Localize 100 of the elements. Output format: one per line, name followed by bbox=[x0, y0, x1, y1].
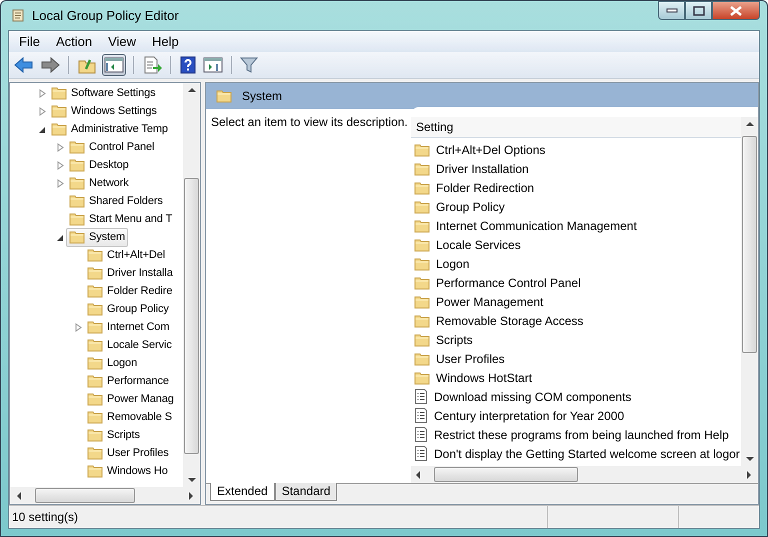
folder-icon bbox=[414, 200, 430, 214]
menu-item[interactable]: File bbox=[11, 34, 48, 49]
horizontal-scrollbar[interactable] bbox=[411, 466, 758, 483]
tree-item[interactable]: Administrative Temp bbox=[48, 120, 171, 138]
scroll-down-icon[interactable] bbox=[746, 457, 754, 462]
tree-item[interactable]: Locale Servic bbox=[84, 336, 175, 354]
expand-arrow-icon[interactable] bbox=[56, 160, 65, 170]
scroll-left-icon[interactable] bbox=[16, 492, 21, 500]
maximize-button[interactable] bbox=[685, 1, 712, 20]
expand-arrow-icon[interactable] bbox=[74, 322, 83, 332]
tree-item[interactable]: Power Manag bbox=[84, 390, 177, 408]
scroll-up-icon[interactable] bbox=[188, 87, 196, 92]
tree-item[interactable]: Desktop bbox=[66, 156, 132, 174]
tree-item[interactable]: Windows Ho bbox=[84, 462, 171, 480]
tree-item[interactable]: Driver Installa bbox=[84, 264, 176, 282]
list-item[interactable]: Folder Redirection bbox=[411, 178, 741, 197]
expand-arrow-icon[interactable] bbox=[38, 106, 47, 116]
list-item[interactable]: Restrict these programs from being launched from Help bbox=[411, 425, 741, 444]
minimize-button[interactable] bbox=[658, 1, 685, 20]
list-item[interactable]: Performance Control Panel bbox=[411, 273, 741, 292]
scroll-right-icon[interactable] bbox=[747, 470, 752, 478]
folder-icon bbox=[87, 356, 103, 370]
tree-item[interactable]: Folder Redire bbox=[84, 282, 176, 300]
folder-icon bbox=[87, 248, 103, 262]
horizontal-scrollbar[interactable] bbox=[10, 487, 200, 504]
tree-item[interactable]: Ctrl+Alt+Del bbox=[84, 246, 168, 264]
tree-item[interactable]: Logon bbox=[84, 354, 140, 372]
folder-icon bbox=[414, 162, 430, 176]
menu-item[interactable]: Help bbox=[144, 34, 187, 49]
back-arrow-icon[interactable] bbox=[14, 56, 34, 74]
tree-item[interactable]: Network bbox=[66, 174, 132, 192]
view-tab[interactable]: Standard bbox=[274, 483, 338, 501]
list-item[interactable]: Don't display the Getting Started welcome screen at logor bbox=[411, 444, 741, 463]
tree-item[interactable]: System bbox=[66, 228, 128, 246]
view-tab[interactable]: Extended bbox=[210, 483, 275, 501]
filter-icon[interactable] bbox=[240, 56, 258, 74]
collapse-arrow-icon[interactable] bbox=[56, 232, 65, 242]
list-item[interactable]: Group Policy bbox=[411, 197, 741, 216]
menu-item[interactable]: View bbox=[100, 34, 144, 49]
tree-item[interactable]: Removable S bbox=[84, 408, 175, 426]
setting-icon bbox=[414, 446, 428, 461]
tree-item[interactable]: Group Policy bbox=[84, 300, 172, 318]
close-icon bbox=[729, 6, 743, 16]
folder-icon bbox=[414, 142, 430, 156]
folder-icon bbox=[69, 230, 85, 244]
folder-icon bbox=[414, 180, 430, 194]
tree-item[interactable]: Scripts bbox=[84, 426, 143, 444]
scroll-left-icon[interactable] bbox=[415, 470, 420, 478]
description-text: Select an item to view its description. bbox=[211, 115, 408, 129]
folder-icon bbox=[51, 122, 67, 136]
scroll-down-icon[interactable] bbox=[188, 478, 196, 483]
tree-item[interactable]: Internet Com bbox=[84, 318, 172, 336]
folder-icon bbox=[87, 284, 103, 298]
column-header[interactable]: Setting bbox=[411, 117, 741, 138]
minimize-icon bbox=[666, 8, 678, 14]
list-item[interactable]: Logon bbox=[411, 254, 741, 273]
list-item[interactable]: Download missing COM components bbox=[411, 387, 741, 406]
menu-item[interactable]: Action bbox=[48, 34, 100, 49]
folder-icon bbox=[87, 464, 103, 478]
list-item[interactable]: Century interpretation for Year 2000 bbox=[411, 406, 741, 425]
folder-icon bbox=[51, 86, 67, 100]
folder-icon bbox=[414, 256, 430, 270]
tree-item[interactable]: Windows Settings bbox=[48, 102, 160, 120]
tree-item[interactable]: Performance bbox=[84, 372, 172, 390]
list-item[interactable]: Locale Services bbox=[411, 235, 741, 254]
help-icon[interactable] bbox=[179, 56, 197, 74]
collapse-arrow-icon[interactable] bbox=[38, 124, 47, 134]
list-item[interactable]: Ctrl+Alt+Del Options bbox=[411, 140, 741, 159]
scroll-right-icon[interactable] bbox=[189, 492, 194, 500]
expand-arrow-icon[interactable] bbox=[56, 142, 65, 152]
folder-icon bbox=[69, 158, 85, 172]
folder-icon bbox=[87, 266, 103, 280]
list-item[interactable]: Internet Communication Management bbox=[411, 216, 741, 235]
folder-icon bbox=[414, 276, 430, 290]
export-list-icon[interactable] bbox=[142, 56, 162, 74]
list-item[interactable]: Windows HotStart bbox=[411, 368, 741, 387]
tree-item[interactable]: Software Settings bbox=[48, 84, 159, 102]
tree-item[interactable]: Control Panel bbox=[66, 138, 158, 156]
tree-item[interactable]: Shared Folders bbox=[66, 192, 166, 210]
list-item[interactable]: Driver Installation bbox=[411, 159, 741, 178]
list-item[interactable]: Power Management bbox=[411, 292, 741, 311]
expand-arrow-icon[interactable] bbox=[56, 178, 65, 188]
tree-item[interactable]: Start Menu and T bbox=[66, 210, 176, 228]
list-item[interactable]: Removable Storage Access bbox=[411, 311, 741, 330]
list-item[interactable]: User Profiles bbox=[411, 349, 741, 368]
folder-icon bbox=[69, 140, 85, 154]
folder-icon bbox=[414, 370, 430, 384]
forward-arrow-icon[interactable] bbox=[40, 56, 60, 74]
close-button[interactable] bbox=[712, 1, 760, 20]
scroll-up-icon[interactable] bbox=[746, 121, 754, 126]
tree-item[interactable]: User Profiles bbox=[84, 444, 172, 462]
folder-icon bbox=[414, 314, 430, 328]
expand-arrow-icon[interactable] bbox=[38, 88, 47, 98]
folder-icon bbox=[87, 392, 103, 406]
show-pane-button[interactable] bbox=[102, 54, 126, 76]
vertical-scrollbar[interactable] bbox=[183, 83, 200, 487]
list-item[interactable]: Scripts bbox=[411, 330, 741, 349]
window-view-icon[interactable] bbox=[203, 56, 223, 74]
folder-icon bbox=[87, 428, 103, 442]
vertical-scrollbar[interactable] bbox=[741, 117, 758, 466]
